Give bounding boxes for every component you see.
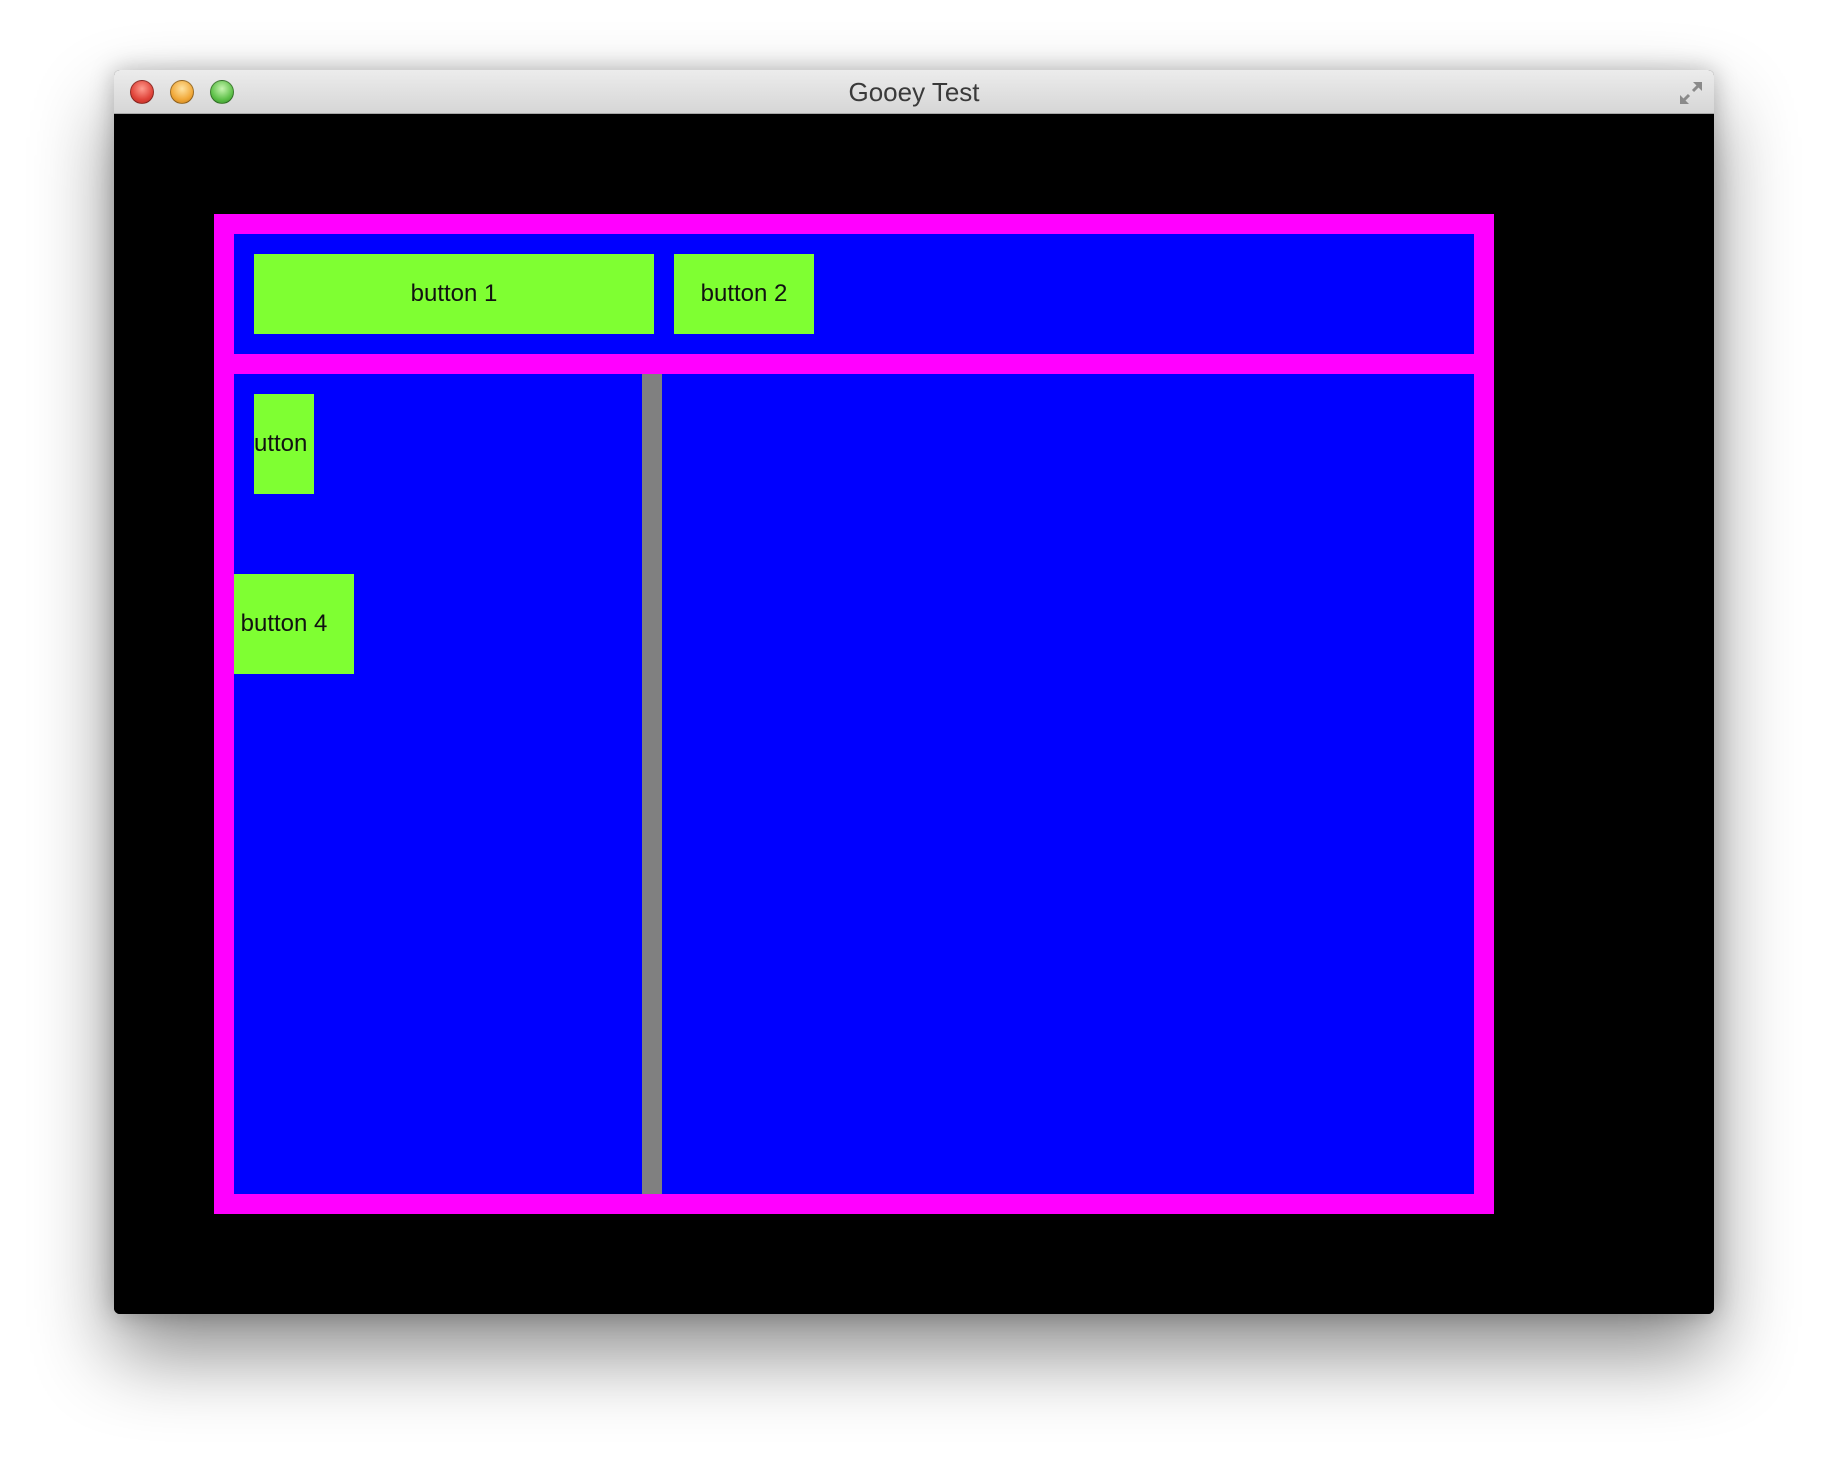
- button-1[interactable]: button 1: [254, 254, 654, 334]
- button-2[interactable]: button 2: [674, 254, 814, 334]
- split-pane: button 3 button 4: [234, 374, 1474, 1194]
- button-3[interactable]: button 3: [254, 394, 314, 494]
- split-pane-divider[interactable]: [642, 374, 662, 1194]
- window-content: button 1 button 2 button 3 button 4: [114, 114, 1714, 1314]
- window-title: Gooey Test: [848, 77, 980, 107]
- outer-frame: button 1 button 2 button 3 button 4: [214, 214, 1494, 1214]
- title-bar[interactable]: Gooey Test: [114, 70, 1714, 114]
- app-window: Gooey Test button 1 button 2 button 3 bu…: [114, 70, 1714, 1314]
- fullscreen-icon[interactable]: [1676, 78, 1706, 108]
- toolbar-panel: button 1 button 2: [234, 234, 1474, 354]
- button-4[interactable]: button 4: [234, 574, 354, 674]
